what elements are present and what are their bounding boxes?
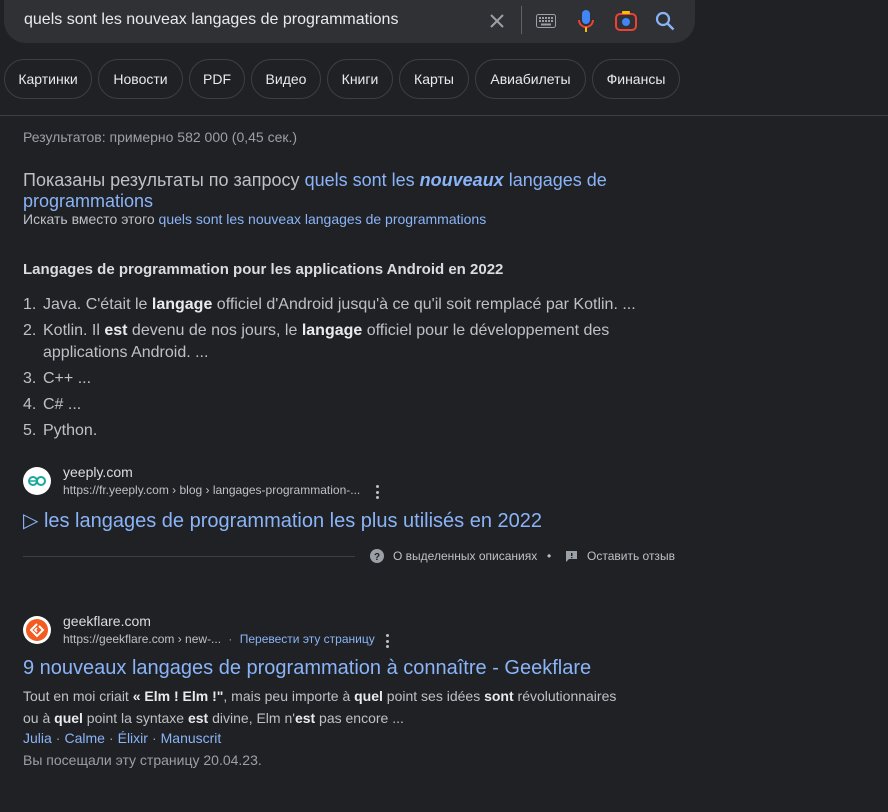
chip-news[interactable]: Новости: [98, 59, 183, 99]
spelling-prefix: Показаны результаты по запросу: [23, 170, 300, 190]
chip-maps[interactable]: Карты: [399, 59, 469, 99]
search-icon[interactable]: [653, 9, 677, 33]
list-item: 4. C# ...: [23, 396, 82, 413]
more-vert-icon[interactable]: [371, 485, 383, 499]
original-query-link[interactable]: quels sont les nouveax langages de progr…: [159, 211, 487, 227]
feedback-icon: [565, 550, 578, 563]
list-item: 1. Java. C'était le langage officiel d'An…: [23, 296, 636, 313]
featured-result-title[interactable]: ▷ les langages de programmation les plus…: [23, 508, 542, 533]
chip-pdf[interactable]: PDF: [189, 59, 245, 99]
featured-snippet-title: Langages de programmation pour les appli…: [23, 261, 504, 278]
chip-images[interactable]: Картинки: [4, 59, 92, 99]
sitelink-elixir[interactable]: Élixir: [118, 730, 148, 746]
camera-icon[interactable]: [614, 9, 638, 33]
search-results-page: quels sont les nouveax langages de progr…: [0, 0, 888, 812]
chip-books[interactable]: Книги: [327, 59, 393, 99]
about-divider: [23, 556, 355, 557]
sitelink-julia[interactable]: Julia: [23, 730, 52, 746]
result-sitelinks: Julia · Calme · Élixir · Manuscrit: [23, 730, 222, 746]
microphone-icon[interactable]: [574, 9, 598, 33]
list-item: 3. C++ ...: [23, 370, 92, 387]
about-featured-snippets[interactable]: ? О выделенных описаниях: [370, 549, 537, 563]
help-icon: ?: [370, 549, 384, 563]
search-instead: Искать вместо этого quels sont les nouve…: [23, 211, 486, 227]
list-item: 5. Python.: [23, 422, 98, 439]
site-url-line: https://geekflare.com › new-... · Переве…: [63, 632, 375, 646]
bullet-separator: •: [547, 549, 552, 563]
spelling-correction: Показаны результаты по запросу quels son…: [23, 170, 663, 212]
result-stats: Результатов: примерно 582 000 (0,45 сек.…: [23, 129, 298, 145]
svg-text:?: ?: [374, 552, 380, 563]
site-url: https://fr.yeeply.com › blog › langages-…: [63, 483, 361, 497]
search-box[interactable]: quels sont les nouveax langages de progr…: [4, 0, 695, 43]
more-vert-icon[interactable]: [381, 634, 393, 648]
geekflare-favicon-icon: [23, 616, 51, 644]
site-name: geekflare.com: [63, 613, 151, 629]
search-instead-label: Искать вместо этого: [23, 211, 155, 227]
list-item: 2. Kotlin. Il est devenu de nos jours, le…: [23, 322, 610, 361]
search-input[interactable]: quels sont les nouveax langages de progr…: [24, 11, 398, 29]
chip-flights[interactable]: Авиабилеты: [475, 59, 586, 99]
sitelink-calme[interactable]: Calme: [64, 730, 104, 746]
result-snippet: Tout en moi criait « Elm ! Elm !", mais …: [23, 688, 617, 726]
sitelink-manuscrit[interactable]: Manuscrit: [161, 730, 222, 746]
result-title[interactable]: 9 nouveaux langages de programmation à c…: [23, 657, 591, 680]
leave-feedback[interactable]: Оставить отзыв: [565, 549, 675, 563]
yeeply-favicon-icon: [23, 467, 51, 495]
site-name: yeeply.com: [63, 464, 133, 480]
header-divider: [0, 115, 888, 116]
close-icon[interactable]: [485, 9, 509, 33]
featured-snippet-list: 1. Java. C'était le langage officiel d'An…: [23, 294, 663, 446]
translate-page-link[interactable]: Перевести эту страницу: [240, 632, 375, 646]
chip-videos[interactable]: Видео: [251, 59, 321, 99]
search-divider: [521, 6, 522, 34]
keyboard-icon[interactable]: [534, 9, 558, 33]
visited-note: Вы посещали эту страницу 20.04.23.: [23, 752, 262, 768]
chip-finance[interactable]: Финансы: [592, 59, 680, 99]
